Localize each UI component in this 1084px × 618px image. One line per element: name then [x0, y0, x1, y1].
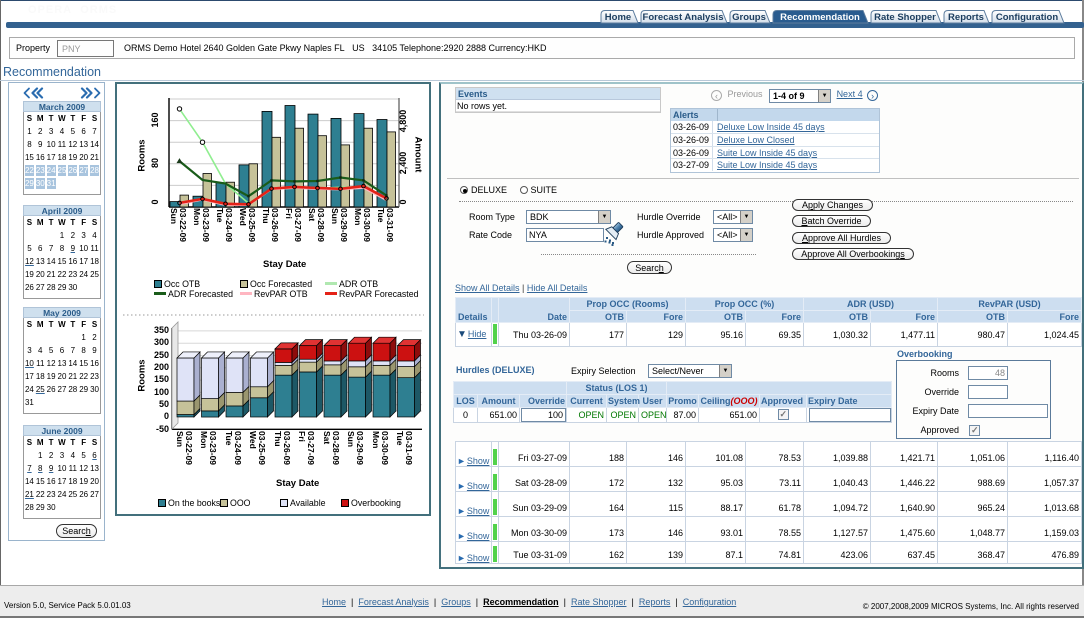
svg-text:Forecast Analysis: Forecast Analysis: [643, 12, 724, 23]
svg-text:Recommendation: Recommendation: [780, 12, 860, 23]
svg-text:Groups: Groups: [732, 12, 766, 23]
svg-text:Configuration: Configuration: [996, 12, 1058, 23]
svg-text:Rate Shopper: Rate Shopper: [874, 12, 936, 23]
svg-text:Reports: Reports: [948, 12, 984, 23]
svg-text:Home: Home: [605, 12, 631, 23]
